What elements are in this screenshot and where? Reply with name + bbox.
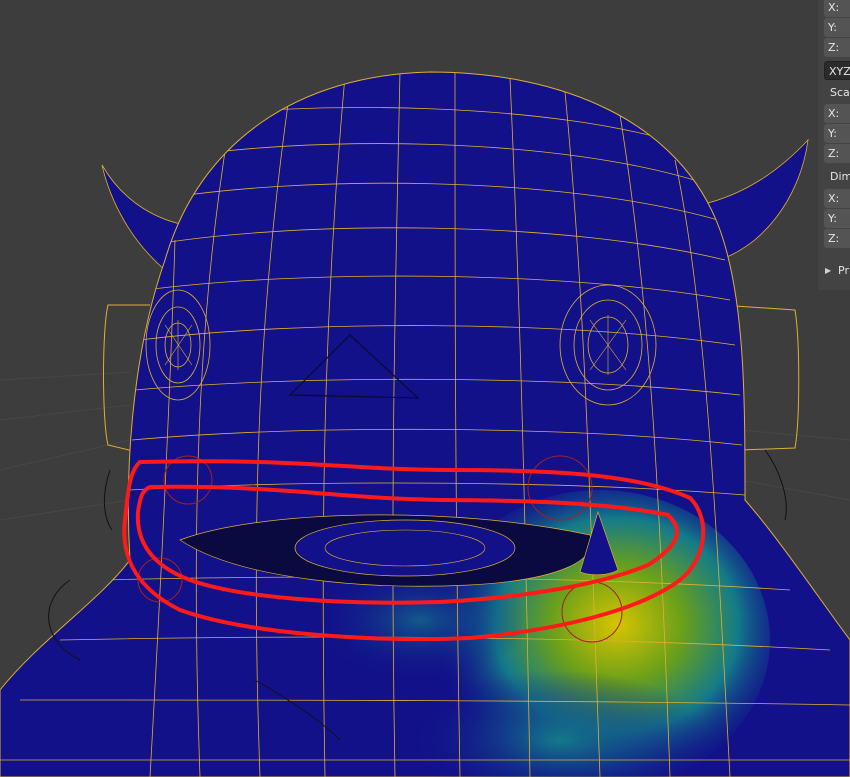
rotation-mode-dropdown[interactable]: XYZ (824, 61, 850, 80)
scale-label: Sca (830, 86, 850, 99)
tongue (294, 519, 516, 577)
scale-y-field[interactable]: Y: (824, 124, 850, 143)
location-z-field[interactable]: Z: (824, 38, 850, 57)
section-header-label[interactable]: Pr (838, 264, 849, 277)
scale-x-field[interactable]: X: (824, 104, 850, 123)
dimensions-label: Dim (830, 170, 850, 183)
dimensions-y-field[interactable]: Y: (824, 209, 850, 228)
location-x-field[interactable]: X: (824, 0, 850, 17)
n-panel: X: Y: Z: XYZ Sca X: Y: Z: Dim X: Y: Z: ▶… (818, 0, 850, 290)
3d-viewport[interactable] (0, 0, 850, 777)
collapse-triangle-icon[interactable]: ▶ (825, 266, 831, 275)
dimensions-z-field[interactable]: Z: (824, 229, 850, 248)
location-y-field[interactable]: Y: (824, 18, 850, 37)
scale-z-field[interactable]: Z: (824, 144, 850, 163)
dimensions-x-field[interactable]: X: (824, 189, 850, 208)
